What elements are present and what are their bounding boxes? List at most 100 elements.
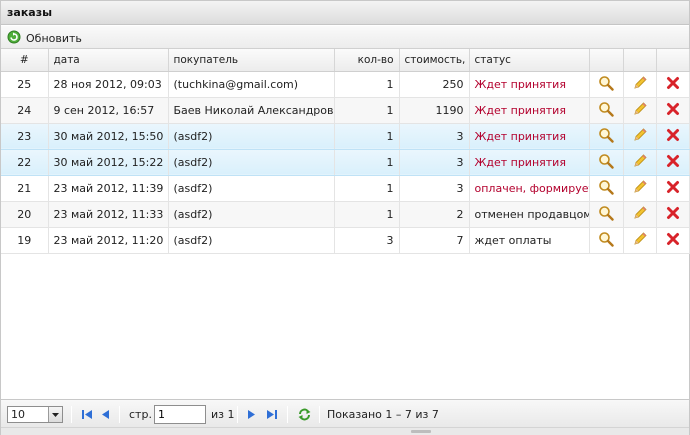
prev-page-icon[interactable] [101, 409, 110, 423]
cell-cost: 1190 [399, 97, 470, 124]
cell-status: Ждет принятия [469, 71, 590, 98]
magnifier-icon[interactable] [598, 153, 614, 172]
cell-action [589, 227, 624, 254]
cell-action [589, 201, 624, 228]
cell-id: 20 [1, 201, 49, 228]
cell-date: 28 ноя 2012, 09:03 [48, 71, 169, 98]
cell-cost: 3 [399, 175, 470, 202]
refresh-icon[interactable] [297, 407, 312, 425]
scrollbar-thumb[interactable] [411, 430, 431, 433]
table-row[interactable]: 23 30 май 2012, 15:50 (asdf2) 1 3 Ждет принят… [1, 123, 690, 150]
delete-x-icon[interactable] [666, 128, 680, 145]
page-number-input[interactable] [154, 405, 206, 424]
cell-customer: (tuchkina@gmail.com) [168, 71, 335, 98]
cell-action [656, 201, 690, 228]
cell-customer: (asdf2) [168, 201, 335, 228]
cell-action [589, 97, 624, 124]
col-header-id[interactable]: # [1, 49, 49, 72]
pencil-icon[interactable] [632, 101, 648, 120]
pager-separator [237, 406, 238, 423]
delete-x-icon[interactable] [666, 76, 680, 93]
pencil-icon[interactable] [632, 179, 648, 198]
cell-date: 30 май 2012, 15:50 [48, 123, 169, 150]
cell-action [623, 71, 657, 98]
page-label: стр. [129, 408, 152, 421]
cell-cost: 2 [399, 201, 470, 228]
chevron-down-icon[interactable] [48, 407, 62, 422]
cell-date: 9 сен 2012, 16:57 [48, 97, 169, 124]
cell-qty: 1 [334, 149, 400, 176]
cell-action [623, 123, 657, 150]
cell-action [656, 97, 690, 124]
cell-cost: 3 [399, 123, 470, 150]
magnifier-icon[interactable] [598, 75, 614, 94]
table-row[interactable]: 25 28 ноя 2012, 09:03 (tuchkina@gmail.com)… [1, 71, 690, 98]
cell-action [623, 175, 657, 202]
table-row[interactable]: 20 23 май 2012, 11:33 (asdf2) 1 2 отменен про… [1, 201, 690, 228]
col-header-edit [623, 49, 657, 72]
magnifier-icon[interactable] [598, 231, 614, 250]
cell-qty: 3 [334, 227, 400, 254]
cell-action [589, 149, 624, 176]
cell-cost: 3 [399, 149, 470, 176]
col-header-qty[interactable]: кол-во [334, 49, 400, 72]
delete-x-icon[interactable] [666, 180, 680, 197]
col-header-view [589, 49, 624, 72]
orders-grid: # дата покупатель кол-во стоимость, р. с… [1, 49, 690, 254]
table-row[interactable]: 22 30 май 2012, 15:22 (asdf2) 1 3 Ждет принят… [1, 149, 690, 176]
magnifier-icon[interactable] [598, 179, 614, 198]
cell-id: 21 [1, 175, 49, 202]
cell-customer: (asdf2) [168, 149, 335, 176]
pager-separator [71, 406, 72, 423]
cell-status: отменен продавцом [469, 201, 590, 228]
magnifier-icon[interactable] [598, 205, 614, 224]
pencil-icon[interactable] [632, 127, 648, 146]
refresh-icon [7, 30, 21, 47]
magnifier-icon[interactable] [598, 127, 614, 146]
pencil-icon[interactable] [632, 153, 648, 172]
cell-action [589, 71, 624, 98]
delete-x-icon[interactable] [666, 154, 680, 171]
pencil-icon[interactable] [632, 205, 648, 224]
pager-separator [319, 406, 320, 423]
refresh-label: Обновить [26, 31, 82, 45]
magnifier-icon[interactable] [598, 101, 614, 120]
cell-id: 23 [1, 123, 49, 150]
table-row[interactable]: 19 23 май 2012, 11:20 (asdf2) 3 7 ждет оплаты [1, 227, 690, 254]
delete-x-icon[interactable] [666, 102, 680, 119]
delete-x-icon[interactable] [666, 232, 680, 249]
cell-customer: (asdf2) [168, 227, 335, 254]
cell-id: 25 [1, 71, 49, 98]
cell-status: Ждет принятия [469, 123, 590, 150]
cell-qty: 1 [334, 201, 400, 228]
cell-status: оплачен, формируется [469, 175, 590, 202]
cell-status: Ждет принятия [469, 149, 590, 176]
cell-customer: (asdf2) [168, 175, 335, 202]
refresh-button[interactable]: Обновить [7, 30, 82, 46]
first-page-icon[interactable] [81, 409, 93, 423]
col-header-cost[interactable]: стоимость, р. [399, 49, 470, 72]
col-header-delete [656, 49, 690, 72]
cell-date: 23 май 2012, 11:33 [48, 201, 169, 228]
horizontal-scrollbar[interactable] [1, 427, 689, 435]
panel-title: заказы [1, 1, 689, 25]
next-page-icon[interactable] [247, 409, 256, 423]
table-row[interactable]: 21 23 май 2012, 11:39 (asdf2) 1 3 оплачен, фо… [1, 175, 690, 202]
cell-qty: 1 [334, 97, 400, 124]
col-header-customer[interactable]: покупатель [168, 49, 335, 72]
last-page-icon[interactable] [266, 409, 278, 423]
cell-action [656, 227, 690, 254]
pencil-icon[interactable] [632, 231, 648, 250]
cell-status: ждет оплаты [469, 227, 590, 254]
col-header-date[interactable]: дата [48, 49, 169, 72]
cell-id: 19 [1, 227, 49, 254]
cell-qty: 1 [334, 123, 400, 150]
cell-action [623, 149, 657, 176]
page-size-select[interactable]: 10 [7, 406, 63, 423]
table-row[interactable]: 24 9 сен 2012, 16:57 Баев Николай Александ… [1, 97, 690, 124]
pencil-icon[interactable] [632, 75, 648, 94]
delete-x-icon[interactable] [666, 206, 680, 223]
col-header-status[interactable]: статус [469, 49, 590, 72]
cell-id: 24 [1, 97, 49, 124]
pager-bar: 10 стр. из 1 [1, 399, 689, 427]
